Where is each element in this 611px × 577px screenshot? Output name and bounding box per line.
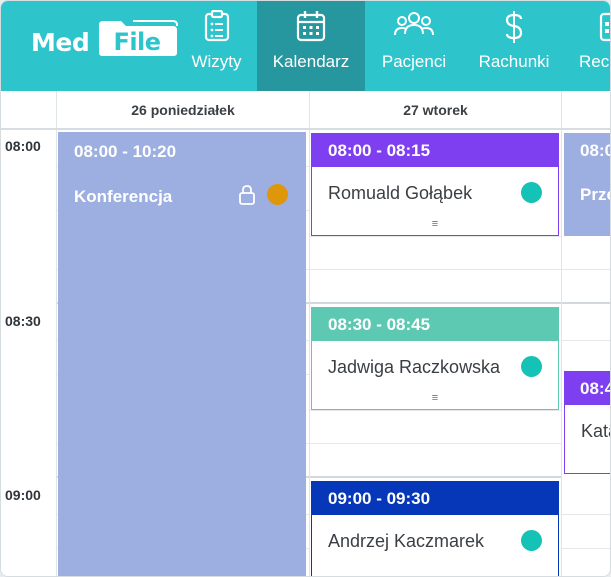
- logo-file-text: File: [113, 28, 161, 56]
- event-appointment[interactable]: 08:30 - 08:45 Jadwiga Raczkowska ≡: [311, 307, 559, 410]
- nav-item-wizyty[interactable]: Wizyty: [176, 1, 257, 91]
- event-title: Konferencja: [74, 187, 173, 206]
- event-konferencja[interactable]: 08:00 - 10:20 Konferencja: [58, 132, 306, 576]
- event-partial[interactable]: 08:4 Kata: [564, 371, 610, 474]
- status-dot: [521, 356, 542, 377]
- day-header-monday[interactable]: 26 poniedziałek: [56, 91, 309, 128]
- time-label-0830: 08:30: [5, 313, 41, 329]
- medfile-app: Med File Wizyty Kalendarz Pacjenci Rachu…: [0, 0, 611, 577]
- day-header-row: 26 poniedziałek 27 wtorek: [1, 91, 610, 130]
- calendar-grid: 08:00 08:30 09:00 08:00 - 10:20 Konferen…: [1, 130, 610, 576]
- lock-icon: [239, 185, 255, 205]
- patient-name: Jadwiga Raczkowska: [328, 357, 501, 377]
- event-partial[interactable]: 08:0 Prze: [564, 133, 610, 236]
- status-dot: [521, 182, 542, 203]
- time-label-0900: 09:00: [5, 487, 41, 503]
- clipboard-icon: [204, 10, 229, 42]
- time-label-0800: 08:00: [5, 138, 41, 154]
- event-body: Andrzej Kaczmarek: [311, 515, 559, 576]
- event-body: Jadwiga Raczkowska ≡: [311, 341, 559, 410]
- event-title: Prze: [580, 185, 610, 204]
- event-appointment[interactable]: 08:00 - 08:15 Romuald Gołąbek ≡: [311, 133, 559, 236]
- nav-label-recepty: Rece: [579, 52, 610, 71]
- event-body: Romuald Gołąbek ≡: [311, 167, 559, 236]
- event-time: 08:00 - 08:15: [311, 133, 559, 167]
- patient-name: Romuald Gołąbek: [328, 183, 473, 203]
- nav-label-kalendarz: Kalendarz: [272, 52, 350, 71]
- nav-item-kalendarz[interactable]: Kalendarz: [257, 1, 365, 91]
- patient-name: Andrzej Kaczmarek: [328, 531, 485, 551]
- nav-label-wizyty: Wizyty: [191, 52, 242, 71]
- drag-handle-icon[interactable]: ≡: [432, 393, 438, 404]
- event-time: 09:00 - 09:30: [311, 481, 559, 515]
- time-gutter: 08:00 08:30 09:00: [1, 130, 57, 576]
- logo-med-text: Med: [31, 28, 90, 57]
- patient-name: Kata: [581, 421, 610, 441]
- event-body: Kata: [564, 405, 610, 474]
- event-appointment[interactable]: 09:00 - 09:30 Andrzej Kaczmarek: [311, 481, 559, 576]
- nav-label-rachunki: Rachunki: [478, 52, 550, 71]
- top-navigation-bar: Med File Wizyty Kalendarz Pacjenci Rachu…: [1, 1, 610, 91]
- status-dot: [521, 530, 542, 551]
- calendar-icon: [296, 11, 326, 42]
- nav-label-pacjenci: Pacjenci: [381, 52, 447, 71]
- dollar-icon: [505, 11, 523, 43]
- status-dot: [267, 184, 288, 205]
- nav-item-recepty[interactable]: Rece: [565, 1, 610, 91]
- day-header-tuesday[interactable]: 27 wtorek: [309, 91, 561, 128]
- event-time: 08:4: [564, 371, 610, 405]
- recepty-icon: [599, 12, 610, 42]
- drag-handle-icon[interactable]: ≡: [432, 219, 438, 230]
- patients-icon: [394, 12, 434, 36]
- day-header-next[interactable]: [561, 91, 610, 128]
- nav-item-pacjenci[interactable]: Pacjenci: [365, 1, 463, 91]
- event-time: 08:30 - 08:45: [311, 307, 559, 341]
- nav-item-rachunki[interactable]: Rachunki: [463, 1, 565, 91]
- event-time: 08:00 - 10:20: [74, 142, 177, 161]
